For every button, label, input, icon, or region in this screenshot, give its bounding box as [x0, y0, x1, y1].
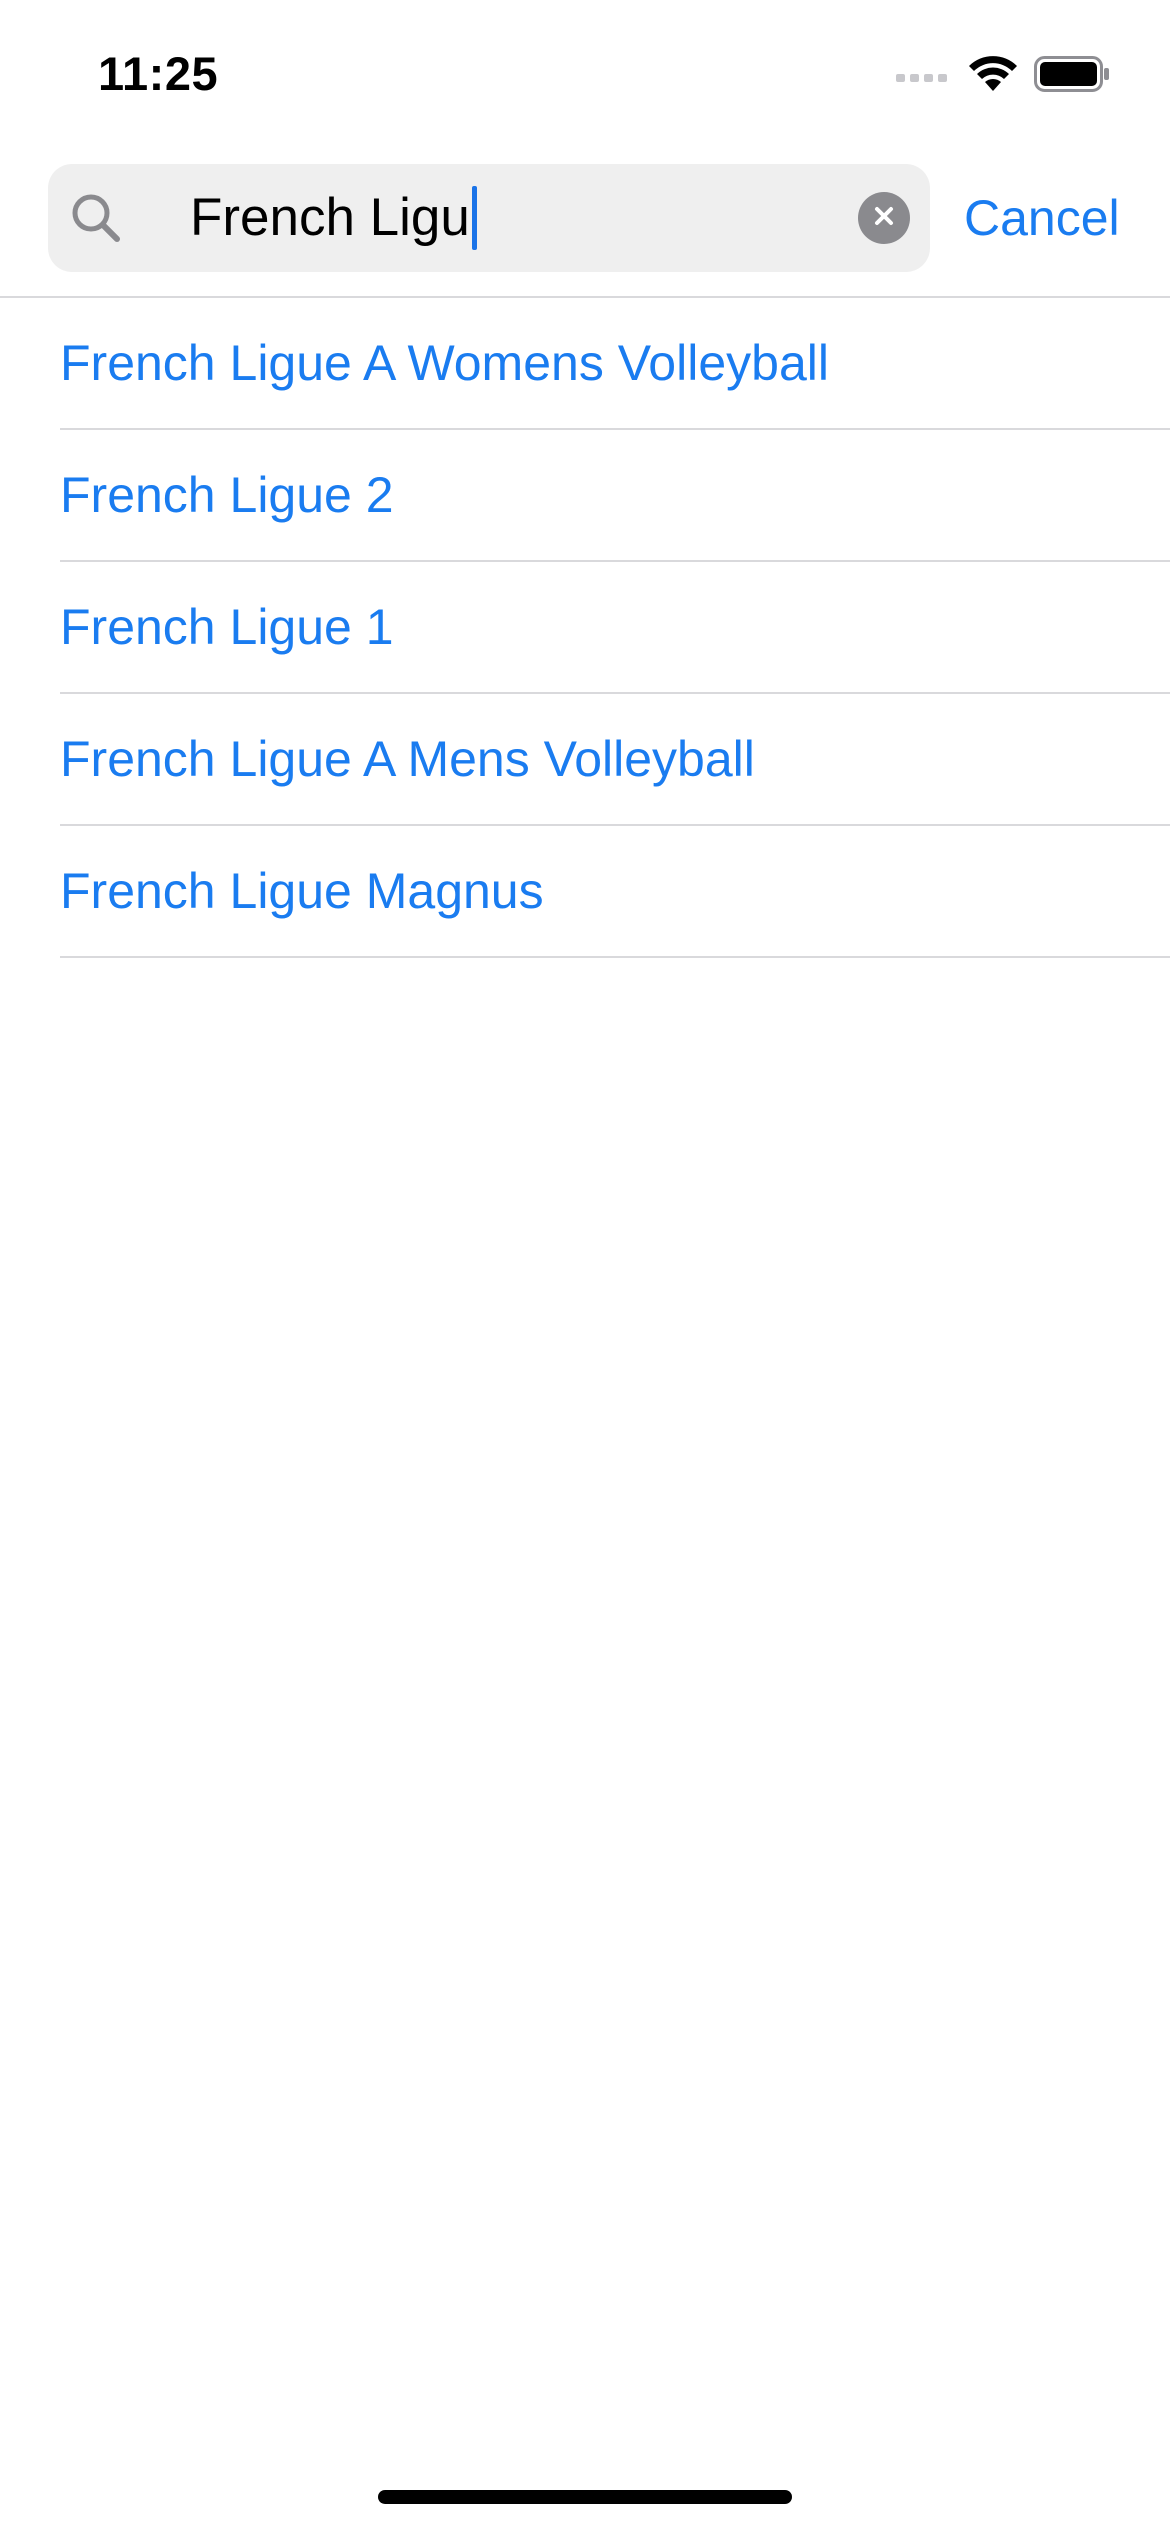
text-caret — [471, 186, 477, 250]
search-input-value: French Ligu — [190, 188, 470, 247]
cancel-button[interactable]: Cancel — [964, 164, 1120, 272]
search-result-label: French Ligue A Mens Volleyball — [60, 731, 755, 787]
status-icons — [896, 52, 1112, 96]
status-time: 11:25 — [98, 47, 219, 100]
search-result-item[interactable]: French Ligue 1 — [60, 562, 1170, 694]
search-result-label: French Ligue 1 — [60, 599, 394, 655]
search-results-list: French Ligue A Womens Volleyball French … — [0, 296, 1170, 958]
search-result-label: French Ligue A Womens Volleyball — [60, 335, 829, 391]
search-result-item[interactable]: French Ligue 2 — [60, 430, 1170, 562]
search-input[interactable]: French Ligu — [190, 164, 477, 272]
search-row: French Ligu Cancel — [0, 164, 1170, 272]
battery-icon — [1034, 55, 1112, 93]
search-result-label: French Ligue 2 — [60, 467, 394, 523]
search-result-item[interactable]: French Ligue A Womens Volleyball — [60, 298, 1170, 430]
search-icon — [68, 190, 124, 246]
search-result-label: French Ligue Magnus — [60, 863, 544, 919]
search-field[interactable]: French Ligu — [48, 164, 930, 272]
status-bar: 11:25 — [0, 0, 1170, 150]
search-result-item[interactable]: French Ligue Magnus — [60, 826, 1170, 958]
clear-icon — [872, 204, 896, 233]
cellular-signal-icon — [896, 64, 952, 84]
clear-search-button[interactable] — [858, 192, 910, 244]
search-result-item[interactable]: French Ligue A Mens Volleyball — [60, 694, 1170, 826]
wifi-icon — [968, 55, 1018, 93]
home-indicator[interactable] — [378, 2490, 792, 2504]
